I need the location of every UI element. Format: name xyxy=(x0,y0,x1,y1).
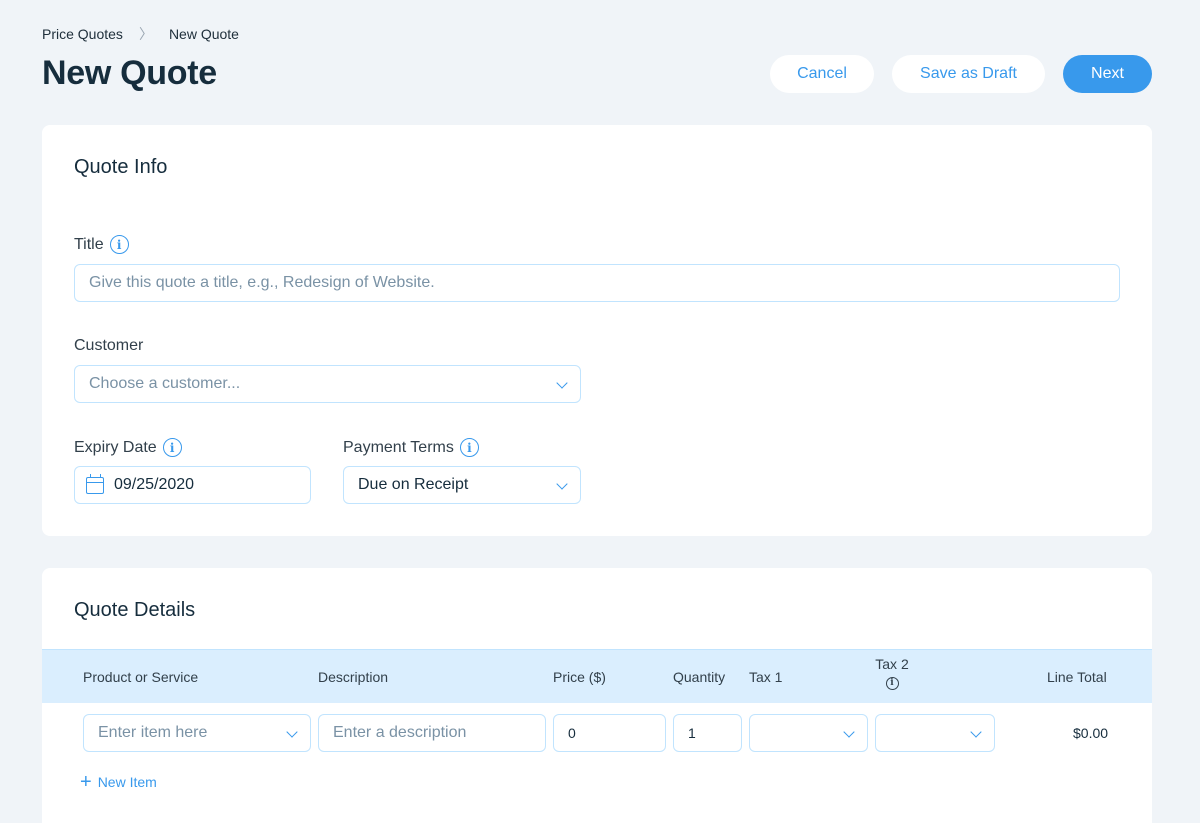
chevron-down-icon xyxy=(970,726,982,738)
breadcrumb-current: New Quote xyxy=(168,26,239,42)
breadcrumb-separator-icon: 〉 xyxy=(138,26,153,42)
quantity-value: 1 xyxy=(688,725,696,741)
breadcrumb: Price Quotes 〉 New Quote xyxy=(42,24,239,44)
breadcrumb-parent[interactable]: Price Quotes xyxy=(42,26,123,42)
expiry-date-value: 09/25/2020 xyxy=(114,476,195,493)
quote-details-card: Quote Details Product or Service Descrip… xyxy=(42,568,1152,823)
info-icon[interactable]: i xyxy=(885,676,899,690)
expiry-date-field[interactable]: 09/25/2020 xyxy=(74,466,311,504)
expiry-date-label-text: Expiry Date xyxy=(74,438,157,456)
quote-info-card: Quote Info Title i Customer Choose a cus… xyxy=(42,125,1152,536)
payment-terms-label: Payment Terms i xyxy=(343,438,479,457)
quote-info-title: Quote Info xyxy=(74,156,168,178)
price-field[interactable]: 0 xyxy=(553,714,666,752)
description-field[interactable] xyxy=(318,714,546,752)
page-title: New Quote xyxy=(42,54,217,92)
customer-select[interactable]: Choose a customer... xyxy=(74,365,581,403)
new-item-button[interactable]: + New Item xyxy=(80,771,157,793)
next-button[interactable]: Next xyxy=(1063,55,1152,93)
tax1-select[interactable] xyxy=(749,714,868,752)
title-input[interactable] xyxy=(89,274,1105,292)
payment-terms-select[interactable]: Due on Receipt xyxy=(343,466,581,504)
column-tax1: Tax 1 xyxy=(749,669,783,685)
column-price: Price ($) xyxy=(553,669,606,685)
chevron-down-icon xyxy=(843,726,855,738)
plus-icon: + xyxy=(80,771,92,793)
title-field[interactable] xyxy=(74,264,1120,302)
column-description: Description xyxy=(318,669,389,685)
table-header: Product or Service Description Price ($)… xyxy=(42,649,1152,703)
column-line-total: Line Total xyxy=(1047,669,1107,685)
chevron-down-icon xyxy=(286,726,298,738)
info-icon[interactable]: i xyxy=(162,438,182,457)
info-icon[interactable]: i xyxy=(109,235,129,254)
price-value: 0 xyxy=(568,725,576,741)
cancel-button[interactable]: Cancel xyxy=(770,55,874,93)
title-label-text: Title xyxy=(74,235,104,253)
quantity-field[interactable]: 1 xyxy=(673,714,742,752)
payment-terms-label-text: Payment Terms xyxy=(343,438,454,456)
calendar-icon xyxy=(86,473,104,494)
expiry-date-label: Expiry Date i xyxy=(74,438,182,457)
header-actions: Cancel Save as Draft Next xyxy=(770,55,1152,93)
customer-label: Customer xyxy=(74,337,143,355)
quote-details-title: Quote Details xyxy=(74,599,196,621)
customer-label-text: Customer xyxy=(74,337,144,354)
chevron-down-icon xyxy=(556,377,568,389)
product-select-placeholder: Enter item here xyxy=(98,724,208,741)
column-tax2-label: Tax 2 xyxy=(875,656,909,672)
column-product: Product or Service xyxy=(83,669,199,685)
column-quantity: Quantity xyxy=(673,669,726,685)
save-as-draft-button[interactable]: Save as Draft xyxy=(892,55,1045,93)
line-total-value: $0.00 xyxy=(1073,725,1109,741)
payment-terms-value: Due on Receipt xyxy=(358,476,469,493)
column-tax2: Tax 2 i xyxy=(875,656,909,690)
title-label: Title i xyxy=(74,235,129,254)
new-item-label: New Item xyxy=(97,774,157,790)
chevron-down-icon xyxy=(556,478,568,490)
customer-select-placeholder: Choose a customer... xyxy=(89,375,241,392)
product-select[interactable]: Enter item here xyxy=(83,714,311,752)
info-icon[interactable]: i xyxy=(459,438,479,457)
tax2-select[interactable] xyxy=(875,714,995,752)
description-input[interactable] xyxy=(333,724,531,742)
